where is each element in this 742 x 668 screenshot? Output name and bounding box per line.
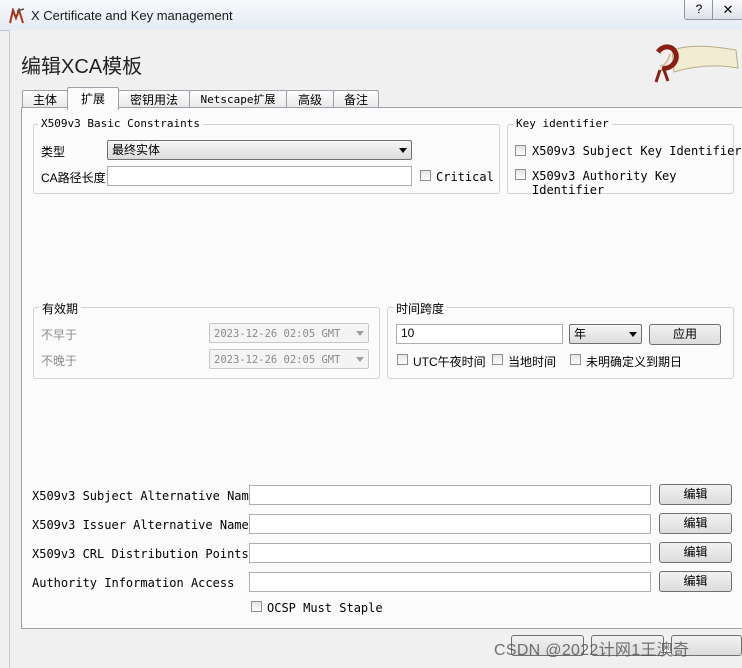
xca-app-icon bbox=[9, 8, 25, 24]
crl-distribution-points-input[interactable] bbox=[249, 543, 651, 563]
authority-info-access-input[interactable] bbox=[249, 572, 651, 592]
type-label: 类型 bbox=[41, 145, 66, 159]
not-after-value: 2023-12-26 02:05 GMT bbox=[214, 354, 341, 366]
chevron-down-icon bbox=[356, 357, 364, 362]
not-after-datetime: 2023-12-26 02:05 GMT bbox=[209, 349, 369, 369]
subject-key-identifier-checkbox[interactable] bbox=[515, 145, 526, 156]
issuer-alt-name-input[interactable] bbox=[249, 514, 651, 534]
time-range-unit-combobox[interactable]: 年 bbox=[569, 324, 642, 344]
crl-distribution-points-label: X509v3 CRL Distribution Points bbox=[32, 547, 249, 561]
subject-key-identifier-label: X509v3 Subject Key Identifier bbox=[532, 144, 742, 158]
page-title: 编辑XCA模板 bbox=[21, 56, 143, 78]
subject-alt-name-input[interactable] bbox=[249, 485, 651, 505]
undefined-expiry-checkbox[interactable] bbox=[570, 354, 581, 365]
watermark-text: CSDN @2022计网1王澳奇 bbox=[494, 642, 690, 659]
issuer-alt-name-edit-button[interactable]: 编辑 bbox=[659, 513, 732, 534]
key-identifier-title: Key identifier bbox=[513, 117, 612, 130]
authority-key-identifier-label: X509v3 Authority Key Identifier bbox=[532, 169, 677, 197]
undefined-expiry-label: 未明确定义到期日 bbox=[586, 355, 683, 369]
path-length-label: CA路径长度 bbox=[41, 171, 106, 185]
time-range-unit-value: 年 bbox=[574, 327, 587, 341]
chevron-down-icon bbox=[629, 332, 637, 337]
authority-key-identifier-checkbox[interactable] bbox=[515, 169, 526, 180]
help-button[interactable]: ? bbox=[684, 0, 714, 20]
critical-label: Critical bbox=[436, 170, 494, 184]
crl-distribution-points-edit-button[interactable]: 编辑 bbox=[659, 542, 732, 563]
local-time-checkbox[interactable] bbox=[492, 354, 503, 365]
validity-title: 有效期 bbox=[39, 300, 82, 317]
time-range-amount-input[interactable]: 10 bbox=[396, 324, 563, 344]
tab-extensions[interactable]: 扩展 bbox=[67, 87, 119, 110]
utc-midnight-checkbox[interactable] bbox=[397, 354, 408, 365]
subject-alt-name-edit-button[interactable]: 编辑 bbox=[659, 484, 732, 505]
not-after-label: 不晚于 bbox=[41, 354, 78, 368]
scroll-logo-icon bbox=[654, 44, 739, 83]
issuer-alt-name-label: X509v3 Issuer Alternative Name bbox=[32, 518, 249, 532]
utc-midnight-label: UTC午夜时间 bbox=[413, 355, 486, 369]
not-before-datetime: 2023-12-26 02:05 GMT bbox=[209, 323, 369, 343]
close-button[interactable]: ✕ bbox=[712, 0, 742, 20]
type-value: 最终实体 bbox=[112, 143, 161, 157]
subject-alt-name-label: X509v3 Subject Alternative Name bbox=[32, 489, 256, 503]
local-time-label: 当地时间 bbox=[508, 355, 557, 369]
path-length-input[interactable] bbox=[107, 166, 412, 186]
authority-info-access-label: Authority Information Access bbox=[32, 576, 235, 590]
apply-button[interactable]: 应用 bbox=[649, 324, 721, 345]
basic-constraints-title: X509v3 Basic Constraints bbox=[38, 117, 203, 130]
critical-checkbox[interactable] bbox=[420, 170, 431, 181]
chevron-down-icon bbox=[356, 331, 364, 336]
chevron-down-icon bbox=[399, 148, 407, 153]
ocsp-must-staple-label: OCSP Must Staple bbox=[267, 601, 383, 615]
not-before-value: 2023-12-26 02:05 GMT bbox=[214, 328, 341, 340]
ocsp-must-staple-checkbox[interactable] bbox=[251, 601, 262, 612]
authority-info-access-edit-button[interactable]: 编辑 bbox=[659, 571, 732, 592]
not-before-label: 不早于 bbox=[41, 328, 78, 342]
window-title: X Certificate and Key management bbox=[31, 8, 233, 23]
time-range-title: 时间跨度 bbox=[393, 300, 448, 317]
type-combobox[interactable]: 最终实体 bbox=[107, 140, 412, 160]
